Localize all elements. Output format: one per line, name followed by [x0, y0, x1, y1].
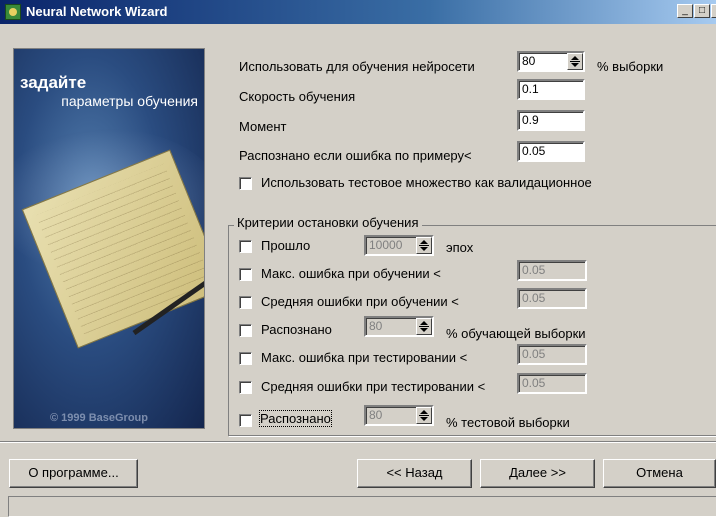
avg-train-error-input[interactable]: 0.05 — [517, 288, 587, 309]
recognized-test-checkbox[interactable] — [239, 414, 252, 427]
recognized-train-value: 80 — [369, 319, 383, 333]
epochs-unit: эпох — [446, 240, 474, 255]
title-bar[interactable]: Neural Network Wizard _ □ × — [0, 0, 716, 24]
recognized-error-label: Распознано если ошибка по примеру< — [239, 148, 472, 163]
avg-test-error-input[interactable]: 0.05 — [517, 373, 587, 394]
next-button[interactable]: Далее >> — [480, 459, 595, 488]
use-test-as-validation-checkbox[interactable] — [239, 177, 252, 190]
back-button[interactable]: << Назад — [357, 459, 472, 488]
train-percent-value: 80 — [522, 54, 536, 68]
cancel-button[interactable]: Отмена — [603, 459, 716, 488]
momentum-input[interactable]: 0.9 — [517, 110, 585, 131]
max-test-error-checkbox[interactable] — [239, 352, 252, 365]
avg-test-error-checkbox[interactable] — [239, 381, 252, 394]
momentum-label: Момент — [239, 119, 287, 134]
status-bar — [8, 496, 716, 517]
epochs-value: 10000 — [369, 238, 403, 252]
spinner-arrows-icon[interactable] — [416, 318, 432, 335]
banner-heading: задайте — [20, 73, 87, 92]
recognized-test-unit: % тестовой выборки — [446, 415, 570, 430]
close-button[interactable]: × — [711, 4, 716, 18]
learning-rate-label: Скорость обучения — [239, 89, 356, 104]
epochs-label[interactable]: Прошло — [261, 238, 310, 253]
train-percent-spinner[interactable]: 80 — [517, 51, 585, 72]
banner-copyright: © 1999 BaseGroup — [50, 412, 148, 424]
avg-train-error-label[interactable]: Средняя ошибки при обучении < — [261, 294, 459, 309]
recognized-train-label[interactable]: Распознано — [261, 322, 332, 337]
spinner-arrows-icon[interactable] — [567, 53, 583, 70]
train-percent-label: Использовать для обучения нейросети — [239, 59, 475, 74]
stop-criteria-title: Критерии остановки обучения — [234, 215, 422, 230]
use-test-as-validation-label[interactable]: Использовать тестовое множество как вали… — [261, 175, 592, 190]
epochs-spinner[interactable]: 10000 — [364, 235, 434, 256]
epochs-checkbox[interactable] — [239, 240, 252, 253]
learning-rate-input[interactable]: 0.1 — [517, 79, 585, 100]
max-train-error-checkbox[interactable] — [239, 268, 252, 281]
max-test-error-input[interactable]: 0.05 — [517, 344, 587, 365]
recognized-test-spinner[interactable]: 80 — [364, 405, 434, 426]
window-title: Neural Network Wizard — [26, 4, 168, 19]
recognized-train-spinner[interactable]: 80 — [364, 316, 434, 337]
recognized-test-value: 80 — [369, 408, 383, 422]
recognized-train-checkbox[interactable] — [239, 324, 252, 337]
banner-subheading: параметры обучения — [61, 93, 198, 109]
avg-train-error-checkbox[interactable] — [239, 296, 252, 309]
spinner-arrows-icon[interactable] — [416, 407, 432, 424]
wizard-banner-image: задайте параметры обучения © 1999 BaseGr… — [13, 48, 205, 429]
max-train-error-input[interactable]: 0.05 — [517, 260, 587, 281]
max-train-error-label[interactable]: Макс. ошибка при обучении < — [261, 266, 441, 281]
minimize-button[interactable]: _ — [677, 4, 693, 18]
recognized-train-unit: % обучающей выборки — [446, 326, 586, 341]
train-percent-unit: % выборки — [597, 59, 664, 74]
recognized-error-input[interactable]: 0.05 — [517, 141, 585, 162]
separator — [0, 441, 716, 443]
avg-test-error-label[interactable]: Средняя ошибки при тестировании < — [261, 379, 485, 394]
max-test-error-label[interactable]: Макс. ошибка при тестировании < — [261, 350, 467, 365]
recognized-test-label[interactable]: Распознано — [259, 410, 332, 427]
spinner-arrows-icon[interactable] — [416, 237, 432, 254]
about-button[interactable]: О программе... — [9, 459, 138, 488]
maximize-button[interactable]: □ — [694, 4, 710, 18]
app-icon — [5, 4, 21, 20]
